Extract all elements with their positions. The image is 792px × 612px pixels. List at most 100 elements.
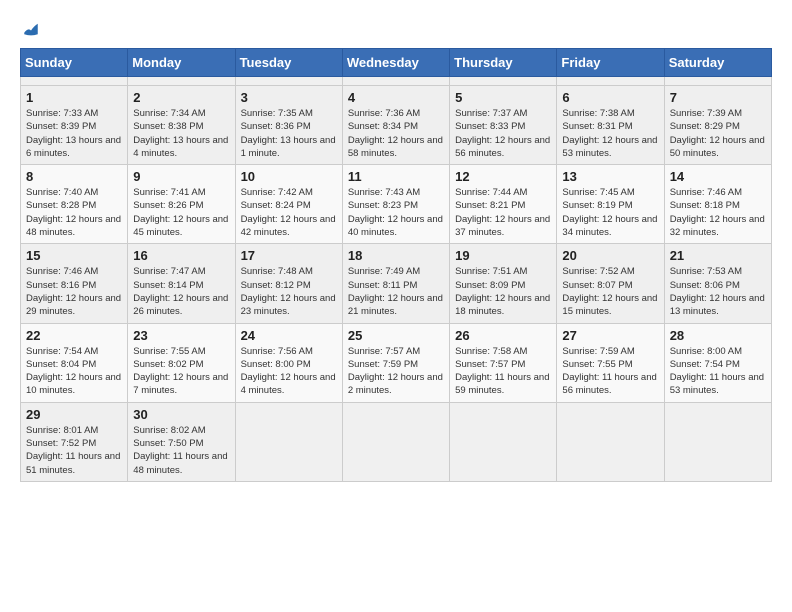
calendar-cell: 28 Sunrise: 8:00 AMSunset: 7:54 PMDaylig…: [664, 323, 771, 402]
calendar-cell: 7 Sunrise: 7:39 AMSunset: 8:29 PMDayligh…: [664, 86, 771, 165]
day-number: 20: [562, 248, 658, 263]
day-number: 5: [455, 90, 551, 105]
day-info: Sunrise: 7:37 AMSunset: 8:33 PMDaylight:…: [455, 107, 551, 160]
calendar-week-4: 15 Sunrise: 7:46 AMSunset: 8:16 PMDaylig…: [21, 244, 772, 323]
day-info: Sunrise: 7:45 AMSunset: 8:19 PMDaylight:…: [562, 186, 658, 239]
calendar-week-2: 1 Sunrise: 7:33 AMSunset: 8:39 PMDayligh…: [21, 86, 772, 165]
logo: [20, 20, 40, 38]
calendar-cell: [664, 402, 771, 481]
day-info: Sunrise: 7:59 AMSunset: 7:55 PMDaylight:…: [562, 345, 658, 398]
day-number: 17: [241, 248, 337, 263]
column-header-friday: Friday: [557, 49, 664, 77]
calendar-cell: 26 Sunrise: 7:58 AMSunset: 7:57 PMDaylig…: [450, 323, 557, 402]
day-info: Sunrise: 8:02 AMSunset: 7:50 PMDaylight:…: [133, 424, 229, 477]
day-info: Sunrise: 7:39 AMSunset: 8:29 PMDaylight:…: [670, 107, 766, 160]
calendar-cell: 17 Sunrise: 7:48 AMSunset: 8:12 PMDaylig…: [235, 244, 342, 323]
logo-icon: [22, 20, 40, 38]
column-header-wednesday: Wednesday: [342, 49, 449, 77]
day-number: 28: [670, 328, 766, 343]
day-number: 22: [26, 328, 122, 343]
day-info: Sunrise: 7:52 AMSunset: 8:07 PMDaylight:…: [562, 265, 658, 318]
day-number: 13: [562, 169, 658, 184]
day-number: 18: [348, 248, 444, 263]
calendar-cell: 24 Sunrise: 7:56 AMSunset: 8:00 PMDaylig…: [235, 323, 342, 402]
day-info: Sunrise: 7:53 AMSunset: 8:06 PMDaylight:…: [670, 265, 766, 318]
day-info: Sunrise: 7:58 AMSunset: 7:57 PMDaylight:…: [455, 345, 551, 398]
calendar-cell: 2 Sunrise: 7:34 AMSunset: 8:38 PMDayligh…: [128, 86, 235, 165]
day-number: 6: [562, 90, 658, 105]
day-number: 4: [348, 90, 444, 105]
calendar-cell: 9 Sunrise: 7:41 AMSunset: 8:26 PMDayligh…: [128, 165, 235, 244]
column-header-thursday: Thursday: [450, 49, 557, 77]
calendar-cell: [235, 402, 342, 481]
calendar-cell: 8 Sunrise: 7:40 AMSunset: 8:28 PMDayligh…: [21, 165, 128, 244]
day-number: 8: [26, 169, 122, 184]
calendar-cell: [21, 77, 128, 86]
day-info: Sunrise: 7:40 AMSunset: 8:28 PMDaylight:…: [26, 186, 122, 239]
day-info: Sunrise: 8:01 AMSunset: 7:52 PMDaylight:…: [26, 424, 122, 477]
day-number: 16: [133, 248, 229, 263]
calendar-cell: 13 Sunrise: 7:45 AMSunset: 8:19 PMDaylig…: [557, 165, 664, 244]
calendar-week-1: [21, 77, 772, 86]
day-info: Sunrise: 7:48 AMSunset: 8:12 PMDaylight:…: [241, 265, 337, 318]
day-number: 2: [133, 90, 229, 105]
day-number: 1: [26, 90, 122, 105]
calendar-cell: 19 Sunrise: 7:51 AMSunset: 8:09 PMDaylig…: [450, 244, 557, 323]
column-header-sunday: Sunday: [21, 49, 128, 77]
day-number: 12: [455, 169, 551, 184]
calendar-cell: [235, 77, 342, 86]
day-number: 9: [133, 169, 229, 184]
calendar-cell: 27 Sunrise: 7:59 AMSunset: 7:55 PMDaylig…: [557, 323, 664, 402]
calendar-cell: 29 Sunrise: 8:01 AMSunset: 7:52 PMDaylig…: [21, 402, 128, 481]
day-number: 21: [670, 248, 766, 263]
calendar-cell: [664, 77, 771, 86]
page-header: [20, 20, 772, 38]
day-number: 25: [348, 328, 444, 343]
calendar-cell: 1 Sunrise: 7:33 AMSunset: 8:39 PMDayligh…: [21, 86, 128, 165]
day-info: Sunrise: 7:46 AMSunset: 8:18 PMDaylight:…: [670, 186, 766, 239]
calendar-header-row: SundayMondayTuesdayWednesdayThursdayFrid…: [21, 49, 772, 77]
calendar-cell: 6 Sunrise: 7:38 AMSunset: 8:31 PMDayligh…: [557, 86, 664, 165]
day-number: 10: [241, 169, 337, 184]
day-info: Sunrise: 7:51 AMSunset: 8:09 PMDaylight:…: [455, 265, 551, 318]
day-info: Sunrise: 7:41 AMSunset: 8:26 PMDaylight:…: [133, 186, 229, 239]
day-number: 15: [26, 248, 122, 263]
day-info: Sunrise: 7:46 AMSunset: 8:16 PMDaylight:…: [26, 265, 122, 318]
calendar-week-3: 8 Sunrise: 7:40 AMSunset: 8:28 PMDayligh…: [21, 165, 772, 244]
calendar-cell: 11 Sunrise: 7:43 AMSunset: 8:23 PMDaylig…: [342, 165, 449, 244]
calendar-cell: 15 Sunrise: 7:46 AMSunset: 8:16 PMDaylig…: [21, 244, 128, 323]
calendar-cell: 25 Sunrise: 7:57 AMSunset: 7:59 PMDaylig…: [342, 323, 449, 402]
day-info: Sunrise: 7:44 AMSunset: 8:21 PMDaylight:…: [455, 186, 551, 239]
day-info: Sunrise: 7:33 AMSunset: 8:39 PMDaylight:…: [26, 107, 122, 160]
day-info: Sunrise: 7:42 AMSunset: 8:24 PMDaylight:…: [241, 186, 337, 239]
calendar-cell: [128, 77, 235, 86]
calendar-cell: 23 Sunrise: 7:55 AMSunset: 8:02 PMDaylig…: [128, 323, 235, 402]
day-number: 11: [348, 169, 444, 184]
day-number: 23: [133, 328, 229, 343]
calendar-cell: [450, 402, 557, 481]
day-info: Sunrise: 7:36 AMSunset: 8:34 PMDaylight:…: [348, 107, 444, 160]
column-header-monday: Monday: [128, 49, 235, 77]
day-info: Sunrise: 7:54 AMSunset: 8:04 PMDaylight:…: [26, 345, 122, 398]
day-number: 27: [562, 328, 658, 343]
day-info: Sunrise: 7:49 AMSunset: 8:11 PMDaylight:…: [348, 265, 444, 318]
calendar-week-5: 22 Sunrise: 7:54 AMSunset: 8:04 PMDaylig…: [21, 323, 772, 402]
calendar-cell: 14 Sunrise: 7:46 AMSunset: 8:18 PMDaylig…: [664, 165, 771, 244]
column-header-saturday: Saturday: [664, 49, 771, 77]
calendar-cell: 30 Sunrise: 8:02 AMSunset: 7:50 PMDaylig…: [128, 402, 235, 481]
day-number: 30: [133, 407, 229, 422]
day-number: 26: [455, 328, 551, 343]
day-info: Sunrise: 8:00 AMSunset: 7:54 PMDaylight:…: [670, 345, 766, 398]
day-info: Sunrise: 7:38 AMSunset: 8:31 PMDaylight:…: [562, 107, 658, 160]
calendar-cell: 3 Sunrise: 7:35 AMSunset: 8:36 PMDayligh…: [235, 86, 342, 165]
day-number: 14: [670, 169, 766, 184]
calendar-cell: 12 Sunrise: 7:44 AMSunset: 8:21 PMDaylig…: [450, 165, 557, 244]
day-number: 24: [241, 328, 337, 343]
calendar-cell: 22 Sunrise: 7:54 AMSunset: 8:04 PMDaylig…: [21, 323, 128, 402]
day-info: Sunrise: 7:43 AMSunset: 8:23 PMDaylight:…: [348, 186, 444, 239]
column-header-tuesday: Tuesday: [235, 49, 342, 77]
calendar-cell: [342, 77, 449, 86]
calendar-cell: 18 Sunrise: 7:49 AMSunset: 8:11 PMDaylig…: [342, 244, 449, 323]
day-number: 29: [26, 407, 122, 422]
day-number: 7: [670, 90, 766, 105]
